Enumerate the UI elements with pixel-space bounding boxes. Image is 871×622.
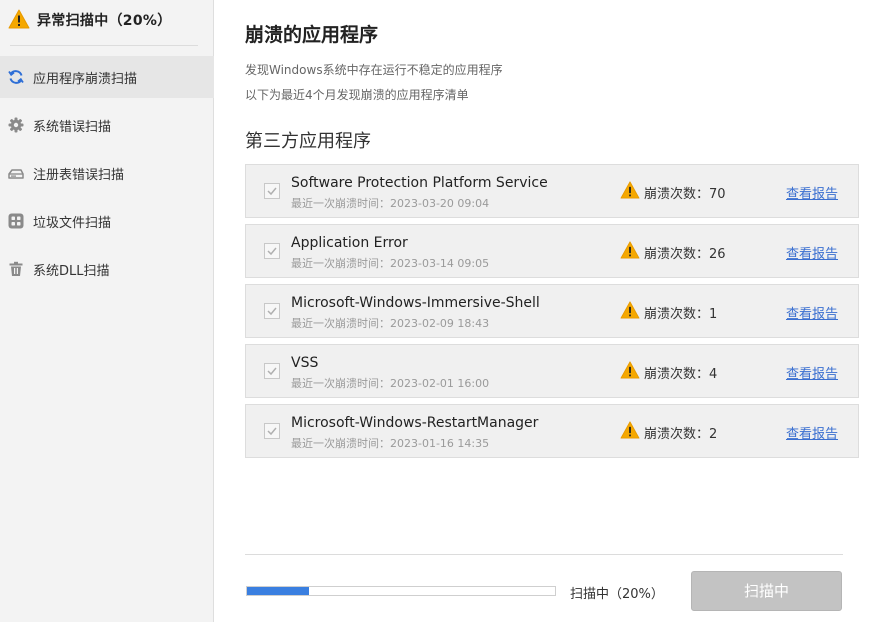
section-title: 第三方应用程序: [245, 131, 371, 152]
list-item: Software Protection Platform Service 最近一…: [245, 164, 859, 218]
view-report-link[interactable]: 查看报告: [786, 183, 838, 202]
sidebar-item-app-crash-scan[interactable]: 应用程序崩溃扫描: [0, 56, 214, 98]
scan-button[interactable]: 扫描中: [691, 571, 842, 611]
scan-progress-text: 扫描中（20%）: [570, 587, 664, 602]
sidebar-item-label: 应用程序崩溃扫描: [33, 72, 138, 87]
scan-progress-fill: [247, 587, 309, 595]
last-crash-time: 最近一次崩溃时间：2023-03-14 09:05: [291, 257, 490, 270]
sidebar-item-label: 注册表错误扫描: [33, 168, 125, 183]
last-crash-time: 最近一次崩溃时间：2023-03-20 09:04: [291, 197, 490, 210]
app-checkbox[interactable]: [264, 423, 280, 439]
crash-count: 崩溃次数：26: [644, 247, 726, 262]
list-item: VSS 最近一次崩溃时间：2023-02-01 16:00 崩溃次数：4 查看报…: [245, 344, 859, 398]
warning-icon: [620, 361, 640, 383]
registry-icon: [8, 165, 24, 181]
crash-count: 崩溃次数：4: [644, 367, 718, 382]
grid-icon: [8, 213, 24, 229]
main-panel: 崩溃的应用程序 发现Windows系统中存在运行不稳定的应用程序 以下为最近4个…: [215, 0, 871, 622]
list-item: Microsoft-Windows-RestartManager 最近一次崩溃时…: [245, 404, 859, 458]
app-checkbox[interactable]: [264, 303, 280, 319]
app-name: Microsoft-Windows-RestartManager: [291, 415, 539, 431]
sidebar-item-label: 系统DLL扫描: [33, 264, 110, 279]
sidebar-item-registry-scan[interactable]: 注册表错误扫描: [0, 152, 214, 194]
app-name: Application Error: [291, 235, 408, 251]
view-report-link[interactable]: 查看报告: [786, 243, 838, 262]
sidebar: 异常扫描中（20%） 应用程序崩溃扫描 系统错误扫描 注册表错误扫描 垃圾文件扫…: [0, 0, 214, 622]
sidebar-item-system-error-scan[interactable]: 系统错误扫描: [0, 104, 214, 146]
sidebar-item-junk-file-scan[interactable]: 垃圾文件扫描: [0, 200, 214, 242]
sidebar-item-dll-scan[interactable]: 系统DLL扫描: [0, 248, 214, 290]
app-window: 异常扫描中（20%） 应用程序崩溃扫描 系统错误扫描 注册表错误扫描 垃圾文件扫…: [0, 0, 871, 622]
app-checkbox[interactable]: [264, 363, 280, 379]
app-name: Software Protection Platform Service: [291, 175, 548, 191]
app-checkbox[interactable]: [264, 243, 280, 259]
sidebar-item-label: 系统错误扫描: [33, 120, 112, 135]
gear-icon: [8, 117, 24, 133]
app-checkbox[interactable]: [264, 183, 280, 199]
list-item: Microsoft-Windows-Immersive-Shell 最近一次崩溃…: [245, 284, 859, 338]
app-name: Microsoft-Windows-Immersive-Shell: [291, 295, 540, 311]
page-title: 崩溃的应用程序: [245, 24, 379, 46]
last-crash-time: 最近一次崩溃时间：2023-02-09 18:43: [291, 317, 490, 330]
app-name: VSS: [291, 355, 319, 371]
warning-icon: [620, 421, 640, 443]
sidebar-divider: [10, 45, 198, 46]
crash-count: 崩溃次数：2: [644, 427, 718, 442]
last-crash-time: 最近一次崩溃时间：2023-01-16 14:35: [291, 437, 490, 450]
view-report-link[interactable]: 查看报告: [786, 423, 838, 442]
view-report-link[interactable]: 查看报告: [786, 363, 838, 382]
scan-status-title: 异常扫描中（20%）: [37, 13, 172, 29]
trash-icon: [8, 261, 24, 277]
list-item: Application Error 最近一次崩溃时间：2023-03-14 09…: [245, 224, 859, 278]
page-subdescription: 以下为最近4个月发现崩溃的应用程序清单: [245, 88, 469, 102]
view-report-link[interactable]: 查看报告: [786, 303, 838, 322]
footer-divider: [245, 554, 843, 555]
scan-status-header: 异常扫描中（20%）: [0, 0, 214, 46]
warning-icon: [620, 301, 640, 323]
crash-count: 崩溃次数：70: [644, 187, 726, 202]
last-crash-time: 最近一次崩溃时间：2023-02-01 16:00: [291, 377, 490, 390]
refresh-icon: [8, 69, 24, 85]
warning-icon: [620, 241, 640, 263]
warning-icon: [8, 9, 30, 33]
page-description: 发现Windows系统中存在运行不稳定的应用程序: [245, 63, 503, 77]
sidebar-item-label: 垃圾文件扫描: [33, 216, 112, 231]
crash-count: 崩溃次数：1: [644, 307, 718, 322]
warning-icon: [620, 181, 640, 203]
scan-progress-bar: [246, 586, 556, 596]
